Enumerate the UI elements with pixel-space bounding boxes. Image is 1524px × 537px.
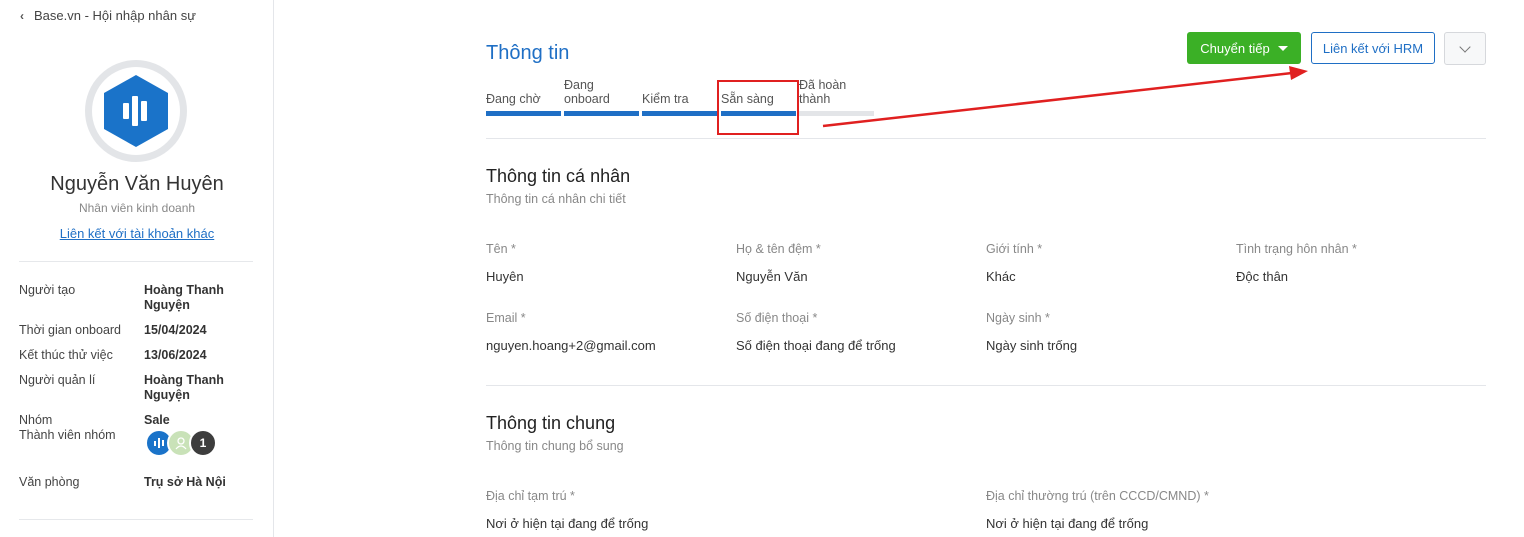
section-subtitle: Thông tin cá nhân chi tiết	[486, 192, 626, 206]
base-logo-icon	[154, 438, 164, 448]
user-name: Nguyễn Văn Huyên	[50, 173, 224, 195]
info-label: Nhóm	[19, 413, 53, 427]
field-label-first-name: Tên *	[486, 242, 516, 256]
info-label: Văn phòng	[19, 475, 80, 489]
page-title: Thông tin	[486, 42, 570, 64]
forward-button[interactable]: Chuyển tiếp	[1187, 32, 1301, 64]
field-label-permanent-address: Địa chỉ thường trú (trên CCCD/CMND) *	[986, 489, 1209, 503]
section-divider	[486, 385, 1486, 386]
field-label-phone: Số điện thoại *	[736, 311, 818, 325]
section-subtitle: Thông tin chung bổ sung	[486, 439, 624, 453]
forward-button-label: Chuyển tiếp	[1200, 40, 1270, 56]
field-value-marital-status: Độc thân	[1236, 269, 1289, 284]
annotation-highlight-box	[717, 80, 799, 135]
sidebar-divider	[19, 519, 253, 520]
step-label: Đã hoàn thành	[799, 78, 847, 106]
chevron-down-icon	[1459, 40, 1471, 53]
field-value-temp-address: Nơi ở hiện tại đang để trống	[486, 516, 649, 531]
back-label: Base.vn - Hội nhập nhân sự	[34, 8, 196, 23]
avatar	[85, 60, 187, 162]
info-label: Kết thúc thử việc	[19, 348, 113, 362]
step-label: Kiểm tra	[642, 92, 689, 106]
member-overflow-count[interactable]: 1	[189, 429, 217, 457]
step-bar	[564, 111, 639, 116]
chevron-left-icon: ‹	[20, 8, 24, 23]
info-label: Thời gian onboard	[19, 323, 122, 337]
section-title: Thông tin cá nhân	[486, 166, 631, 186]
field-value-first-name: Huyên	[486, 269, 524, 284]
field-label-last-name: Họ & tên đệm *	[736, 242, 821, 256]
step-label: Đang chờ	[486, 92, 541, 106]
field-value-birthday: Ngày sinh trống	[986, 338, 1078, 353]
info-value: Hoàng Thanh Nguyện	[144, 373, 224, 402]
info-label: Người quản lí	[19, 373, 96, 387]
field-value-email: nguyen.hoang+2@gmail.com	[486, 338, 656, 353]
info-value: Trụ sở Hà Nội	[144, 475, 226, 489]
info-value: Hoàng Thanh Nguyện	[144, 283, 224, 312]
field-label-temp-address: Địa chỉ tạm trú *	[486, 489, 575, 503]
info-value: 15/04/2024	[144, 323, 207, 337]
group-members[interactable]: 1	[145, 429, 235, 457]
base-logo-icon	[92, 67, 180, 155]
field-value-last-name: Nguyễn Văn	[736, 269, 808, 284]
progress-steps: Đang chờ Đang onboard Kiểm tra Sẵn sàng …	[486, 76, 886, 116]
info-value: Sale	[144, 413, 170, 427]
user-role: Nhân viên kinh doanh	[78, 201, 196, 215]
step-bar	[642, 111, 717, 116]
section-title: Thông tin chung	[486, 413, 616, 433]
step-bar	[486, 111, 561, 116]
back-link[interactable]: ‹ Base.vn - Hội nhập nhân sự	[20, 8, 196, 23]
section-divider	[486, 138, 1486, 139]
sidebar-divider	[19, 261, 253, 262]
field-value-permanent-address: Nơi ở hiện tại đang để trống	[986, 516, 1149, 531]
field-value-phone: Số điện thoại đang để trống	[736, 338, 896, 353]
more-options-button[interactable]	[1444, 32, 1486, 65]
caret-down-icon	[1277, 45, 1288, 51]
info-label: Người tạo	[19, 283, 76, 297]
field-label-marital-status: Tình trạng hôn nhân *	[1236, 242, 1357, 256]
field-value-gender: Khác	[986, 269, 1016, 284]
sidebar: ‹ Base.vn - Hội nhập nhân sự Nguyễn Văn …	[0, 0, 274, 537]
field-label-birthday: Ngày sinh *	[986, 311, 1050, 325]
step-bar	[799, 111, 874, 116]
info-value: 13/06/2024	[144, 348, 207, 362]
field-label-gender: Giới tính *	[986, 242, 1043, 256]
link-hrm-button[interactable]: Liên kết với HRM	[1311, 32, 1435, 64]
field-label-email: Email *	[486, 311, 526, 325]
step-label: Đang onboard	[564, 78, 610, 106]
link-other-accounts-link[interactable]: Liên kết với tài khoản khác	[0, 226, 274, 241]
info-label: Thành viên nhóm	[19, 428, 116, 442]
user-icon	[175, 437, 187, 450]
